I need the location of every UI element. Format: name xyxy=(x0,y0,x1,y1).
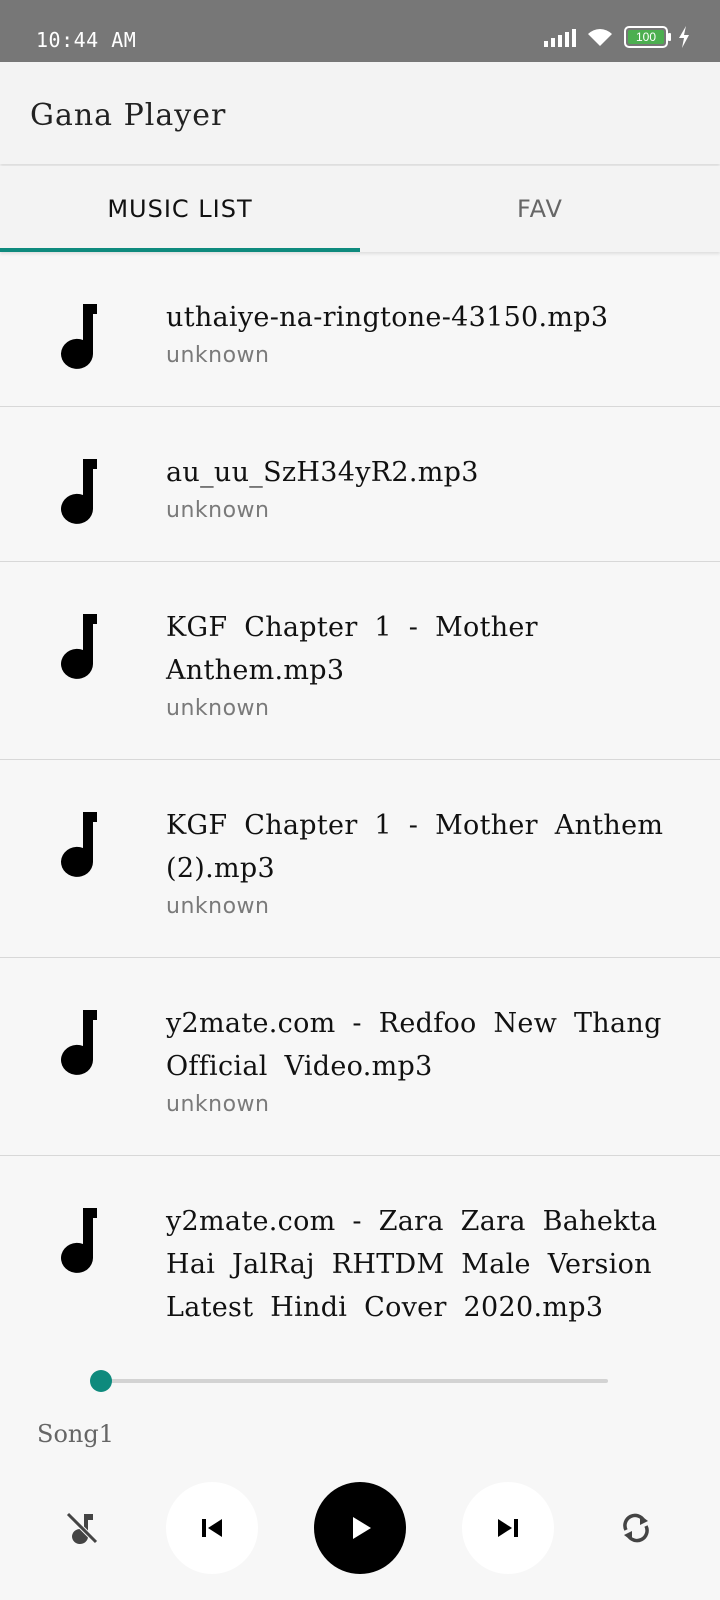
song-item[interactable]: au_uu_SzH34yR2.mp3 unknown xyxy=(0,407,720,562)
tab-fav[interactable]: FAV xyxy=(360,166,720,252)
song-title: y2mate.com - Redfoo New Thang Official V… xyxy=(166,1008,662,1082)
music-note-icon xyxy=(0,958,166,1155)
next-button[interactable] xyxy=(462,1482,554,1574)
tab-bar: MUSIC LIST FAV xyxy=(0,166,720,252)
status-icons: 100 xyxy=(544,26,690,48)
music-off-icon[interactable] xyxy=(58,1504,106,1552)
music-note-icon xyxy=(0,407,166,561)
music-note-icon xyxy=(0,760,166,957)
song-item[interactable]: y2mate.com - Redfoo New Thang Official V… xyxy=(0,958,720,1156)
seek-bar[interactable] xyxy=(90,1370,618,1392)
app-bar: Gana Player xyxy=(0,62,720,164)
skip-previous-icon xyxy=(202,1519,222,1537)
song-artist: unknown xyxy=(166,894,270,919)
seek-thumb[interactable] xyxy=(90,1370,112,1392)
song-artist: unknown xyxy=(166,343,270,368)
play-icon xyxy=(353,1517,371,1539)
battery-icon: 100 xyxy=(624,26,671,48)
previous-button[interactable] xyxy=(166,1482,258,1574)
repeat-icon[interactable] xyxy=(612,1504,660,1552)
battery-level: 100 xyxy=(628,30,664,44)
music-note-icon xyxy=(0,562,166,759)
song-artist: unknown xyxy=(166,696,270,721)
now-playing-title: Song1 xyxy=(37,1420,114,1448)
tab-music-list[interactable]: MUSIC LIST xyxy=(0,166,360,252)
skip-next-icon xyxy=(498,1519,518,1537)
signal-icon xyxy=(544,27,576,47)
status-time: 10:44 AM xyxy=(36,28,137,52)
song-title: KGF Chapter 1 - Mother Anthem (2).mp3 xyxy=(166,810,664,884)
song-title: uthaiye-na-ringtone-43150.mp3 xyxy=(166,302,609,333)
song-title: KGF Chapter 1 - Mother Anthem.mp3 xyxy=(166,612,538,686)
song-title: y2mate.com - Zara Zara Bahekta Hai JalRa… xyxy=(166,1206,658,1323)
song-item[interactable]: uthaiye-na-ringtone-43150.mp3 unknown xyxy=(0,252,720,407)
player-panel: Song1 xyxy=(0,1330,720,1600)
music-note-icon xyxy=(0,252,166,406)
song-artist: unknown xyxy=(166,498,270,523)
song-item[interactable]: KGF Chapter 1 - Mother Anthem (2).mp3 un… xyxy=(0,760,720,958)
app-title: Gana Player xyxy=(30,98,227,133)
charging-icon xyxy=(679,26,689,48)
wifi-icon xyxy=(588,29,612,46)
seek-track[interactable] xyxy=(102,1379,608,1383)
play-button[interactable] xyxy=(314,1482,406,1574)
status-bar: 10:44 AM 100 xyxy=(0,0,720,62)
player-controls xyxy=(0,1480,720,1576)
song-title: au_uu_SzH34yR2.mp3 xyxy=(166,457,479,488)
song-item[interactable]: KGF Chapter 1 - Mother Anthem.mp3 unknow… xyxy=(0,562,720,760)
song-artist: unknown xyxy=(166,1092,270,1117)
song-list: uthaiye-na-ringtone-43150.mp3 unknown au… xyxy=(0,252,720,1396)
